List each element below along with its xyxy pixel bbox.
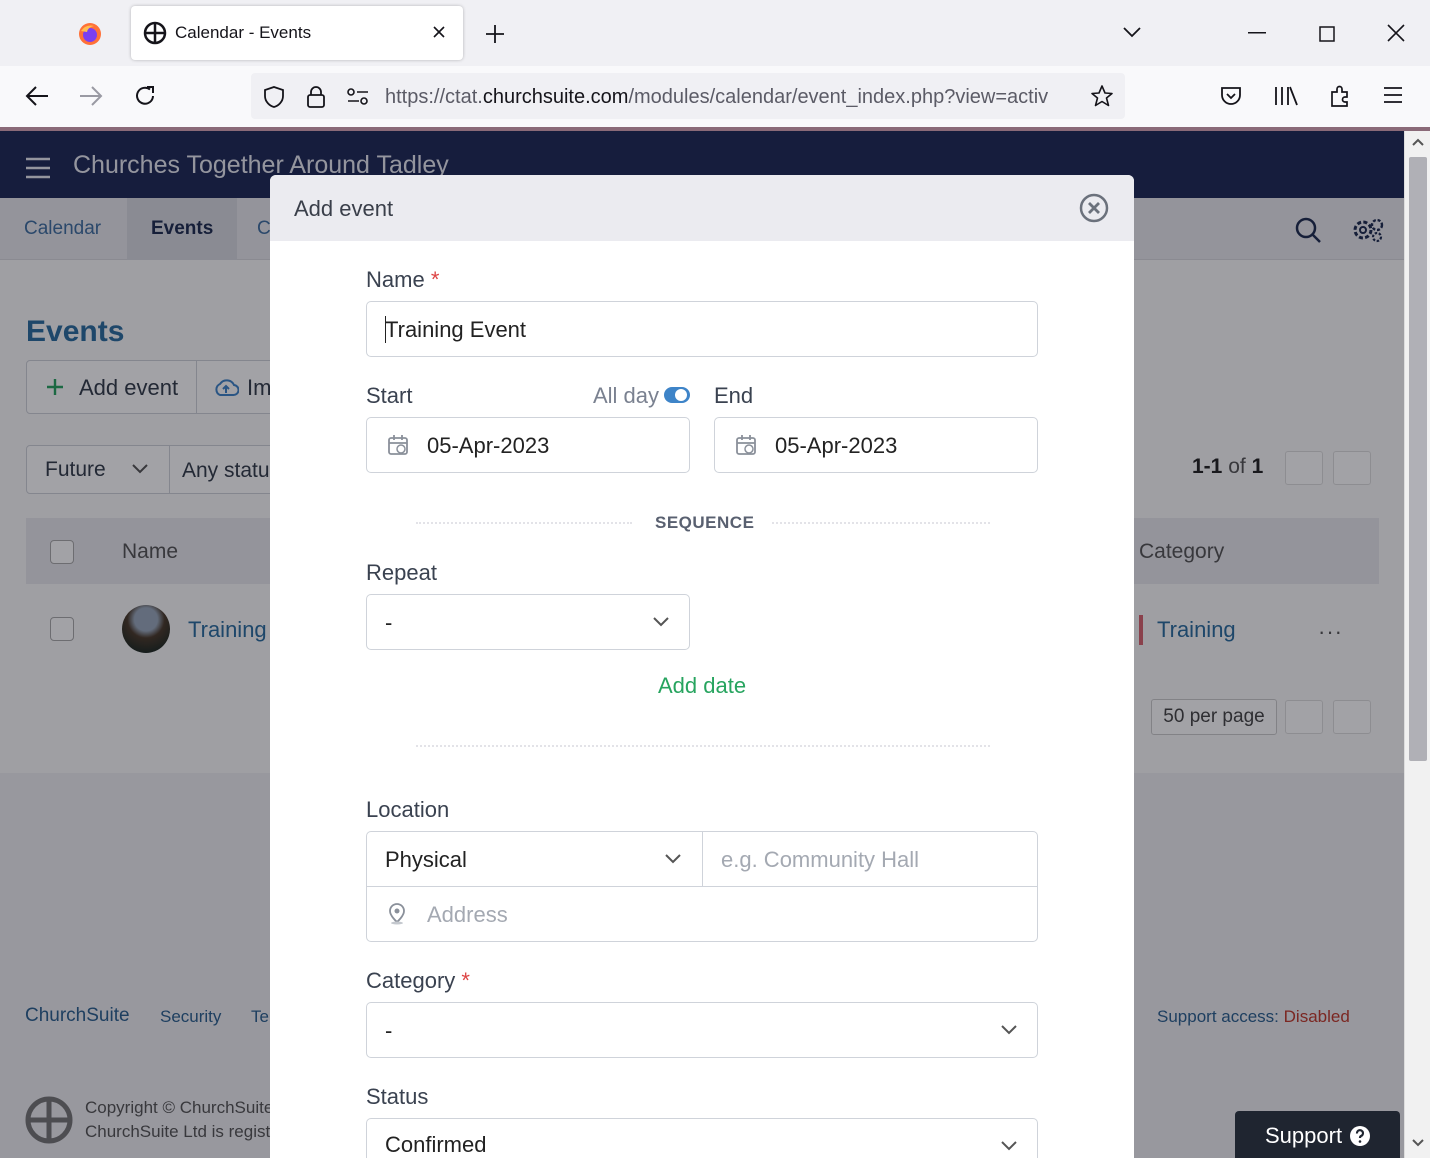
toggle-knob bbox=[675, 389, 687, 401]
start-date-input[interactable]: 05-Apr-2023 bbox=[366, 417, 690, 473]
url-text: https://ctat.churchsuite.com/modules/cal… bbox=[385, 86, 1049, 108]
location-label: Location bbox=[366, 797, 450, 822]
address-input[interactable]: Address bbox=[367, 887, 1037, 941]
star-icon[interactable] bbox=[1090, 84, 1114, 108]
calendar-icon bbox=[735, 434, 757, 456]
scrollbar-thumb[interactable] bbox=[1409, 157, 1427, 761]
modal-close-icon[interactable] bbox=[1079, 193, 1109, 223]
page-scrollbar[interactable] bbox=[1404, 131, 1430, 1158]
lock-icon[interactable] bbox=[305, 85, 327, 109]
status-select[interactable]: Confirmed bbox=[366, 1118, 1038, 1158]
chevron-down-icon bbox=[653, 617, 669, 627]
start-date-value: 05-Apr-2023 bbox=[427, 433, 550, 458]
repeat-value: - bbox=[385, 610, 393, 635]
name-input[interactable]: Training Event bbox=[366, 301, 1038, 357]
back-arrow-icon[interactable] bbox=[24, 84, 50, 108]
end-label: End bbox=[714, 383, 754, 408]
divider bbox=[416, 522, 632, 524]
add-event-modal: Add event Name * Training Event Start Al… bbox=[270, 175, 1134, 1158]
chevron-down-icon bbox=[1001, 1025, 1017, 1035]
repeat-label: Repeat bbox=[366, 560, 437, 585]
repeat-select[interactable]: - bbox=[366, 594, 690, 650]
chevron-down-icon bbox=[665, 854, 681, 864]
location-type-value: Physical bbox=[385, 847, 467, 872]
support-button[interactable]: Support bbox=[1235, 1111, 1400, 1158]
modal-title: Add event bbox=[294, 196, 394, 221]
forward-arrow-icon[interactable] bbox=[78, 84, 104, 108]
end-date-value: 05-Apr-2023 bbox=[775, 433, 898, 458]
location-fields: Physical e.g. Community Hall Address bbox=[366, 831, 1038, 942]
browser-tab-bar: Calendar - Events bbox=[0, 0, 1430, 66]
modal-header: Add event bbox=[270, 175, 1134, 241]
churchsuite-favicon-icon bbox=[143, 21, 167, 45]
status-label: Status bbox=[366, 1084, 429, 1109]
support-label: Support bbox=[1265, 1123, 1343, 1148]
reload-icon[interactable] bbox=[133, 84, 157, 108]
browser-tab-active[interactable]: Calendar - Events bbox=[131, 6, 463, 60]
category-select[interactable]: - bbox=[366, 1002, 1038, 1058]
window-close-icon[interactable] bbox=[1387, 24, 1405, 42]
category-label: Category * bbox=[366, 968, 470, 993]
map-pin-icon bbox=[387, 903, 407, 925]
browser-nav-bar: https://ctat.churchsuite.com/modules/cal… bbox=[0, 66, 1430, 128]
tab-list-chevron-down-icon[interactable] bbox=[1122, 26, 1142, 38]
menu-icon[interactable] bbox=[1382, 86, 1404, 104]
question-icon bbox=[1349, 1125, 1371, 1147]
sequence-heading: SEQUENCE bbox=[655, 513, 755, 532]
scroll-down-arrow-icon[interactable] bbox=[1411, 1138, 1425, 1148]
tab-close-icon[interactable] bbox=[431, 24, 447, 40]
name-input-value: Training Event bbox=[385, 317, 527, 342]
address-placeholder: Address bbox=[427, 902, 508, 927]
pocket-icon[interactable] bbox=[1219, 84, 1243, 108]
extensions-icon[interactable] bbox=[1328, 84, 1352, 108]
window-minimize-icon[interactable] bbox=[1248, 32, 1266, 34]
firefox-logo-icon[interactable] bbox=[78, 22, 102, 46]
start-label: Start bbox=[366, 383, 413, 408]
allday-label: All day bbox=[593, 383, 660, 408]
divider bbox=[772, 522, 990, 524]
shield-icon[interactable] bbox=[262, 85, 286, 109]
location-type-select[interactable]: Physical bbox=[367, 832, 703, 887]
scroll-up-arrow-icon[interactable] bbox=[1411, 137, 1425, 147]
new-tab-plus-icon[interactable] bbox=[484, 23, 506, 45]
permissions-icon[interactable] bbox=[346, 87, 370, 107]
calendar-icon bbox=[387, 434, 409, 456]
location-name-input[interactable]: e.g. Community Hall bbox=[703, 832, 1037, 887]
status-value: Confirmed bbox=[385, 1132, 487, 1157]
window-maximize-icon[interactable] bbox=[1319, 26, 1335, 42]
end-date-input[interactable]: 05-Apr-2023 bbox=[714, 417, 1038, 473]
divider bbox=[416, 745, 990, 747]
name-label: Name * bbox=[366, 267, 440, 292]
category-value: - bbox=[385, 1018, 393, 1043]
tab-title: Calendar - Events bbox=[175, 23, 312, 42]
url-bar[interactable]: https://ctat.churchsuite.com/modules/cal… bbox=[251, 73, 1125, 119]
location-name-placeholder: e.g. Community Hall bbox=[721, 847, 920, 872]
library-icon[interactable] bbox=[1273, 84, 1299, 108]
add-date-link[interactable]: Add date bbox=[658, 673, 746, 699]
chevron-down-icon bbox=[1001, 1141, 1017, 1151]
allday-toggle[interactable] bbox=[664, 387, 690, 403]
